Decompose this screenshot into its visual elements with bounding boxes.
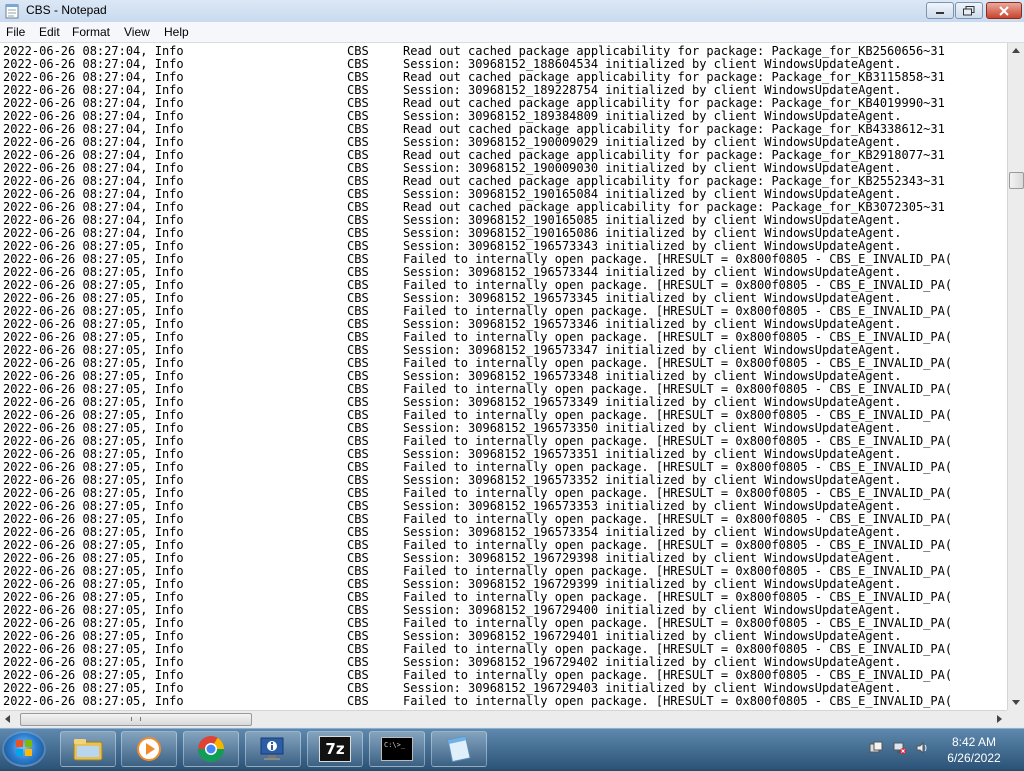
title-bar[interactable]: CBS - Notepad <box>0 0 1024 22</box>
menu-file[interactable]: File <box>6 25 25 39</box>
vertical-scroll-thumb[interactable] <box>1009 172 1024 189</box>
system-info-icon <box>260 737 284 760</box>
horizontal-scroll-thumb[interactable] <box>20 713 252 726</box>
taskbar-notepad-button[interactable] <box>431 731 487 767</box>
close-icon <box>999 5 1009 16</box>
notepad-icon <box>5 4 19 19</box>
maximize-button[interactable] <box>955 2 983 19</box>
horizontal-scrollbar[interactable] <box>0 710 1007 727</box>
windows-logo-icon <box>16 740 32 756</box>
taskbar-media-player-button[interactable] <box>121 731 177 767</box>
system-clock[interactable]: 8:42 AM 6/26/2022 <box>936 734 1012 766</box>
menu-bar: File Edit Format View Help <box>0 22 1024 43</box>
scroll-up-arrow-icon[interactable] <box>1012 48 1020 53</box>
7zip-icon: 7z <box>319 736 351 762</box>
menu-view[interactable]: View <box>124 25 150 39</box>
chrome-icon <box>197 736 225 763</box>
7zip-label: 7z <box>325 740 345 758</box>
taskbar-7zip-button[interactable]: 7z <box>307 731 363 767</box>
media-player-icon <box>137 737 161 761</box>
minimize-icon <box>936 11 944 14</box>
network-icon[interactable] <box>892 741 906 755</box>
vertical-scrollbar[interactable] <box>1007 43 1024 710</box>
log-timestamp: 2022-06-26 08:27:05, Info <box>3 694 184 708</box>
restore-icon <box>963 5 975 15</box>
log-source: CBS <box>347 694 369 708</box>
menu-format[interactable]: Format <box>72 25 110 39</box>
taskbar: 7z C:\>_ 8:42 AM 6/26/2022 <box>0 728 1024 769</box>
log-message: Failed to internally open package. [HRES… <box>403 694 953 708</box>
scroll-left-arrow-icon[interactable] <box>5 715 10 723</box>
menu-edit[interactable]: Edit <box>39 25 60 39</box>
command-prompt-icon: C:\>_ <box>381 737 413 761</box>
taskbar-system-info-button[interactable] <box>245 731 301 767</box>
menu-help[interactable]: Help <box>164 25 189 39</box>
notepad-icon <box>447 735 471 763</box>
window-title: CBS - Notepad <box>26 3 107 17</box>
action-center-icon[interactable] <box>869 741 883 755</box>
scroll-down-arrow-icon[interactable] <box>1012 700 1020 705</box>
windows-explorer-icon <box>73 739 103 761</box>
volume-icon[interactable] <box>915 741 929 755</box>
clock-date: 6/26/2022 <box>947 751 1001 765</box>
close-button[interactable] <box>986 2 1022 19</box>
scroll-right-arrow-icon[interactable] <box>997 715 1002 723</box>
taskbar-command-prompt-button[interactable]: C:\>_ <box>369 731 425 767</box>
start-button[interactable] <box>2 731 46 767</box>
scrollbar-corner <box>1007 710 1024 727</box>
text-editor-area[interactable]: 2022-06-26 08:27:04, Info CBS Read out cac… <box>0 43 1007 710</box>
taskbar-chrome-button[interactable] <box>183 731 239 767</box>
taskbar-explorer-button[interactable] <box>60 731 116 767</box>
notepad-window: CBS - Notepad File Edit Format View Help… <box>0 0 1024 728</box>
clock-time: 8:42 AM <box>951 735 997 749</box>
minimize-button[interactable] <box>926 2 954 19</box>
command-prompt-label: C:\>_ <box>384 741 406 749</box>
